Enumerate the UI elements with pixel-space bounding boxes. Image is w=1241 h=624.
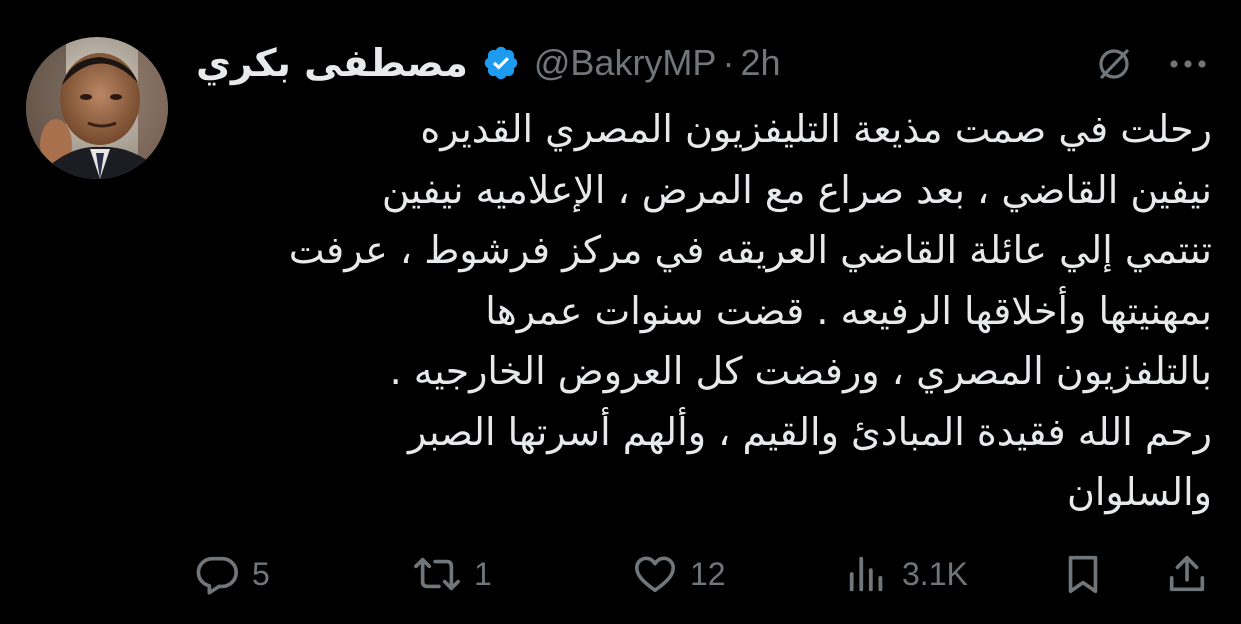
- bookmark-button[interactable]: [1060, 548, 1106, 600]
- retweet-count: 1: [474, 555, 492, 592]
- tweet-text-line: والسلوان: [1066, 470, 1212, 514]
- views-button[interactable]: 3.1K: [844, 548, 968, 600]
- share-icon: [1164, 551, 1210, 597]
- tweet-text-line: تنتمي إلي عائلة القاضي العريقه في مركز ف…: [288, 228, 1212, 272]
- verified-badge-icon[interactable]: [482, 44, 520, 82]
- reply-button[interactable]: 5: [194, 548, 270, 600]
- tweet-text-line: رحلت في صمت مذيعة التليفزيون المصري القد…: [420, 107, 1212, 151]
- bookmark-icon: [1060, 551, 1106, 597]
- action-bar: 5 1 12 3.1K: [0, 548, 1241, 600]
- like-count: 12: [690, 555, 726, 592]
- avatar[interactable]: [26, 37, 168, 179]
- reply-count: 5: [252, 555, 270, 592]
- tweet-text-line: نيفين القاضي ، بعد صراع مع المرض ، الإعل…: [381, 167, 1212, 212]
- author-handle[interactable]: @BakryMP: [534, 42, 717, 84]
- views-icon: [844, 551, 890, 597]
- tweet-text-line: بالتلفزيون المصري ، ورفضت كل العروض الخا…: [389, 349, 1212, 393]
- tweet-timestamp[interactable]: 2h: [740, 42, 780, 84]
- views-count: 3.1K: [902, 555, 968, 592]
- tweet-header: مصطفى بكري @BakryMP · 2h: [196, 38, 780, 88]
- tweet-text-line: بمهنيتها وأخلاقها الرفيعه . قضت سنوات عم…: [485, 288, 1212, 333]
- header-separator: ·: [722, 42, 735, 83]
- more-icon[interactable]: [1166, 42, 1210, 86]
- like-button[interactable]: 12: [632, 548, 726, 600]
- share-button[interactable]: [1164, 548, 1210, 600]
- retweet-icon: [412, 551, 462, 597]
- heart-icon: [632, 551, 678, 597]
- tweet-text-line: رحم الله فقيدة المبادئ والقيم ، وألهم أس…: [408, 409, 1212, 454]
- retweet-button[interactable]: 1: [412, 548, 492, 600]
- author-display-name[interactable]: مصطفى بكري: [196, 41, 468, 85]
- tweet-text: رحلت في صمت مذيعة التليفزيون المصري القد…: [192, 99, 1212, 523]
- grok-icon[interactable]: [1092, 42, 1136, 86]
- avatar-photo: [26, 37, 168, 179]
- reply-icon: [194, 551, 240, 597]
